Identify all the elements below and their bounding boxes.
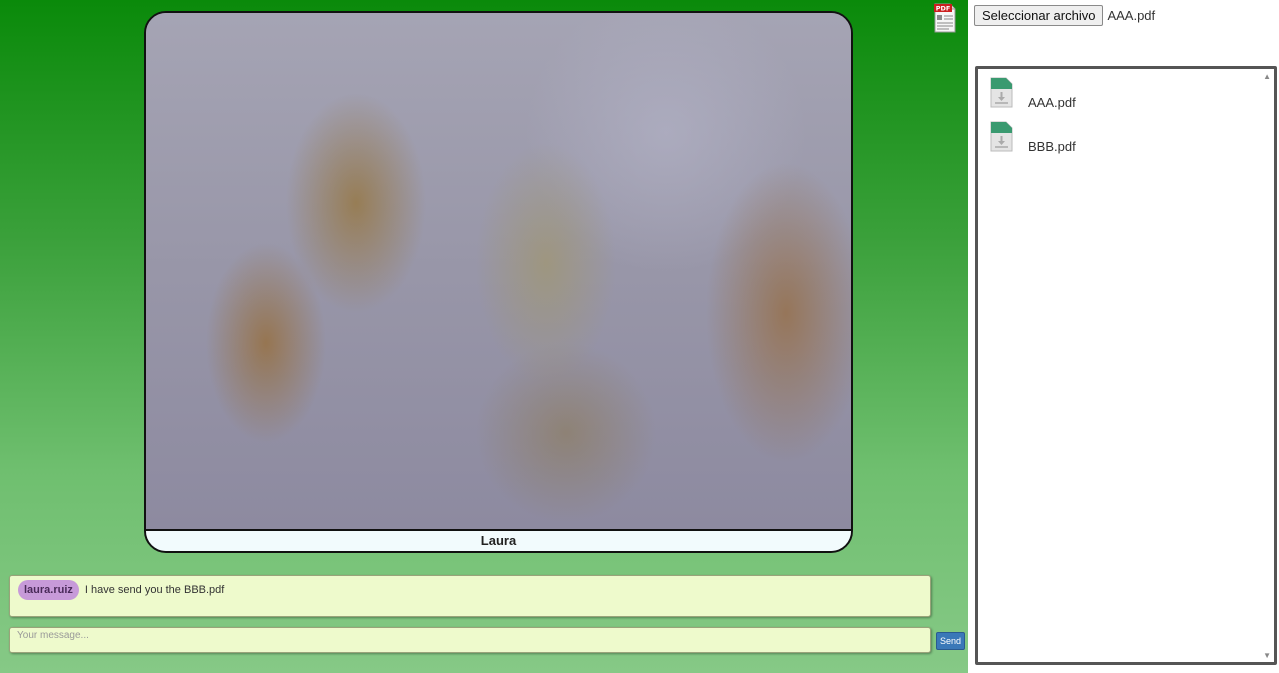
- video-window: Laura: [144, 11, 853, 553]
- file-picker: Seleccionar archivo AAA.pdf: [974, 5, 1155, 26]
- file-item-aaa[interactable]: AAA.pdf: [990, 77, 1076, 110]
- file-item-bbb[interactable]: BBB.pdf: [990, 121, 1076, 154]
- participant-name-label: Laura: [146, 529, 851, 551]
- message-input-placeholder: Your message...: [17, 630, 89, 641]
- chat-username-badge[interactable]: laura.ruiz: [18, 580, 79, 600]
- svg-text:PDF: PDF: [936, 5, 951, 13]
- message-input[interactable]: Your message...: [9, 627, 931, 653]
- file-download-icon[interactable]: [990, 121, 1013, 152]
- video-chat-panel: Laura PDF laura.ruiz I have send you the…: [0, 0, 968, 673]
- send-button[interactable]: Send: [936, 632, 965, 650]
- chat-message-text: I have send you the BBB.pdf: [84, 584, 225, 596]
- chat-log: laura.ruiz I have send you the BBB.pdf: [9, 575, 931, 617]
- shared-files-list[interactable]: AAA.pdf BBB.pdf ▲ ▼: [975, 66, 1277, 665]
- choose-file-button[interactable]: Seleccionar archivo: [974, 5, 1104, 26]
- scroll-up-arrow-icon[interactable]: ▲: [1263, 72, 1271, 81]
- pdf-file-icon[interactable]: PDF: [934, 3, 956, 33]
- scroll-down-arrow-icon[interactable]: ▼: [1263, 651, 1271, 660]
- remote-video-feed: [146, 13, 851, 529]
- chat-message: laura.ruiz I have send you the BBB.pdf: [18, 580, 224, 600]
- file-item-label[interactable]: AAA.pdf: [1028, 95, 1076, 110]
- selected-file-name: AAA.pdf: [1107, 8, 1156, 23]
- file-download-icon[interactable]: [990, 77, 1013, 108]
- file-item-label[interactable]: BBB.pdf: [1028, 139, 1076, 154]
